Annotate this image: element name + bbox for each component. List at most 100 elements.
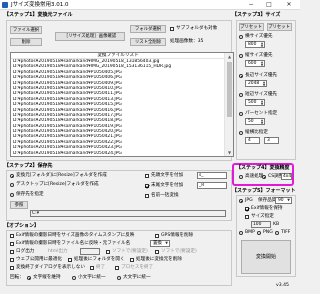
desktop-radio[interactable] <box>10 183 14 187</box>
convert-start-button[interactable]: 変換開始 <box>241 240 291 274</box>
maximize-button[interactable]: □ <box>262 0 276 10</box>
aspect-width-spinner[interactable]: 4 <box>245 137 260 144</box>
end-process-checkbox[interactable] <box>115 266 119 270</box>
short-side-radio[interactable] <box>239 93 243 97</box>
suffix-field[interactable]: _R <box>197 182 227 189</box>
include-subfolders-checkbox[interactable] <box>170 27 174 31</box>
jpg-radio[interactable] <box>239 199 243 203</box>
quality-value: 90 <box>278 198 284 203</box>
cs-value-dropdown[interactable]: 4x4 <box>281 173 292 180</box>
close-button[interactable]: ✕ <box>282 0 296 10</box>
clear-list-button[interactable]: リスト全削除 <box>130 38 166 46</box>
long-side-value: 2048 <box>248 81 260 86</box>
open-folder-checkbox[interactable] <box>68 258 72 262</box>
select-files-button[interactable]: ファイル選択 <box>10 26 42 34</box>
width-priority-radio[interactable] <box>239 35 243 39</box>
software-a-checkbox[interactable] <box>106 250 110 254</box>
file-list[interactable]: 変換ファイルリスト D:¥photos¥20190518¥samarkand¥I… <box>10 52 234 157</box>
delete-button[interactable]: 削除 <box>10 38 42 46</box>
long-side-spinner[interactable]: 2048 ▲ ▼ <box>245 80 267 87</box>
cs-value: 4x4 <box>283 174 292 179</box>
bmp-radio[interactable] <box>239 231 243 235</box>
short-side-value: 500 <box>248 100 257 105</box>
delete-source-checkbox[interactable] <box>130 258 134 262</box>
size-value-field[interactable]: 100 <box>251 221 271 228</box>
prefix-field[interactable]: s_ <box>197 172 227 179</box>
specify-dest-radio[interactable] <box>10 193 14 197</box>
aspect-label: 縦横比指定 <box>245 130 268 135</box>
height-spinner[interactable]: 600 ▲ ▼ <box>245 60 265 67</box>
height-priority-label: 縦サイズ優先 <box>245 53 273 58</box>
file-list-item[interactable]: D:¥photos¥20190518¥samarkand¥P1050424.JP… <box>11 151 225 156</box>
aspect-radio[interactable] <box>239 131 243 135</box>
file-list-scrollbar[interactable]: ▲ ▼ <box>224 53 233 156</box>
scroll-down-icon[interactable]: ▼ <box>225 149 233 156</box>
version-label: v3.45 <box>276 283 289 288</box>
title-bar: Jサイズ変換常用3.01.0 − □ ✕ <box>0 0 300 10</box>
size-specify-checkbox[interactable] <box>245 215 249 219</box>
html-output-label: html出力 <box>48 249 68 254</box>
size-specify-label: サイズ指定 <box>251 214 274 219</box>
aspect-height-spinner[interactable]: 3 <box>264 137 279 144</box>
dest-path-field[interactable]: C:¥ <box>30 210 226 217</box>
exif-timestamp-label: Exif情報の撮影日時をサイズ画像のタイムスタンプに反映 <box>16 233 135 238</box>
desktop-label: デスクトップに[Resize]フォルダを作成 <box>16 182 99 187</box>
minimize-button[interactable]: − <box>244 0 258 10</box>
tiff-radio[interactable] <box>275 231 279 235</box>
gps-delete-checkbox[interactable] <box>155 234 159 238</box>
exif-filename-checkbox[interactable] <box>10 242 14 246</box>
scroll-thumb[interactable] <box>227 62 232 117</box>
prefix-checkbox[interactable] <box>145 174 149 178</box>
step4-header: 【ステップ4】変換精度 <box>236 165 290 171</box>
keep-exif-checkbox[interactable] <box>245 207 249 211</box>
short-side-spinner[interactable]: 500 ▲ ▼ <box>245 99 265 106</box>
preset2-button[interactable]: プリセット 2 <box>267 23 292 31</box>
exif-timestamp-checkbox[interactable] <box>10 234 14 238</box>
lowercase-radio[interactable] <box>72 276 76 280</box>
end-process-label: プロセスを終了 <box>121 265 154 270</box>
spinner-arrows-icon[interactable]: ▲ ▼ <box>260 61 264 67</box>
spinner-arrows-icon[interactable]: ▲ ▼ <box>260 100 264 106</box>
log-option-field[interactable] <box>80 248 100 255</box>
prefix-label: 先頭文字を付加 <box>151 173 184 178</box>
cs-adjust-radio[interactable] <box>262 175 266 179</box>
spinner-arrows-icon[interactable]: ▲ ▼ <box>260 42 264 48</box>
chevron-down-icon: ▼ <box>165 241 168 245</box>
resize-check-button[interactable]: ［リサイズ処理］画像確認 <box>55 32 125 41</box>
software-b-checkbox[interactable] <box>155 250 159 254</box>
delete-source-label: 処理後に変換元を削除 <box>136 257 182 262</box>
keep-case-radio[interactable] <box>27 276 31 280</box>
browse-button[interactable]: 参照 <box>10 201 28 209</box>
spinner-arrows-icon[interactable]: ▲ ▼ <box>262 81 266 87</box>
lowercase-label: 小文字に統一 <box>78 275 106 280</box>
step2-header: 【ステップ2】保存先 <box>4 163 53 169</box>
log-output-checkbox[interactable] <box>10 250 14 254</box>
percent-radio[interactable] <box>239 112 243 116</box>
width-spinner[interactable]: 800 ▲ ▼ <box>245 41 265 48</box>
exif-filename-label: Exif情報の撮影日時をファイル名に反映・元ファイル名 <box>16 241 131 246</box>
height-value: 600 <box>248 61 257 66</box>
resize-folder-radio[interactable] <box>10 174 14 178</box>
percent-label: パーセント指定 <box>245 111 278 116</box>
exit-checkbox[interactable] <box>90 266 94 270</box>
height-priority-radio[interactable] <box>239 54 243 58</box>
short-side-label: 短辺サイズ優先 <box>245 92 278 97</box>
filename-mode-value: 置換 <box>153 241 162 246</box>
hide-dialog-checkbox[interactable] <box>10 266 14 270</box>
scroll-up-icon[interactable]: ▲ <box>225 53 233 60</box>
select-folder-button[interactable]: フォルダ選択 <box>130 25 166 33</box>
filename-mode-dropdown[interactable]: 置換 ▼ <box>150 240 170 247</box>
suffix-checkbox[interactable] <box>145 184 149 188</box>
percent-spinner[interactable]: 50 ▲ ▼ <box>245 118 265 125</box>
long-side-radio[interactable] <box>239 74 243 78</box>
png-radio[interactable] <box>257 231 261 235</box>
uppercase-radio[interactable] <box>117 276 121 280</box>
quality-dropdown[interactable]: 90 ▼ <box>275 197 292 204</box>
web-optimize-checkbox[interactable] <box>10 258 14 262</box>
spinner-arrows-icon[interactable]: ▲ ▼ <box>260 119 264 125</box>
fast-mode-radio[interactable] <box>239 175 243 179</box>
rename-checkbox[interactable] <box>145 194 149 198</box>
software-b-label: ソフトで(要設定) <box>161 249 197 254</box>
preset1-button[interactable]: プリセット 1 <box>239 23 264 31</box>
suffix-label: 末尾文字を付加 <box>151 183 184 188</box>
